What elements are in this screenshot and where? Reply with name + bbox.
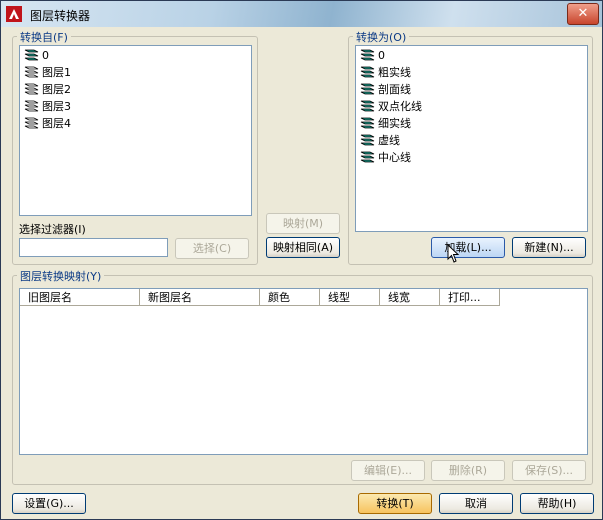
layer-stack-icon xyxy=(360,134,375,146)
column-header[interactable]: 新图层名 xyxy=(140,289,260,306)
filter-input[interactable] xyxy=(19,238,168,257)
list-item-label: 图层3 xyxy=(42,100,71,113)
layer-translator-dialog: 图层转换器 ✕ 转换自(F) 0 图层1 图层2 图层3 图层4 选择过滤器(I) 选择… xyxy=(0,0,603,520)
save-button[interactable]: 保存(S)... xyxy=(512,460,586,481)
column-header[interactable]: 线宽 xyxy=(380,289,440,306)
load-button[interactable]: 加载(L)... xyxy=(431,237,505,258)
translate-from-legend: 转换自(F) xyxy=(17,29,71,45)
list-item[interactable]: 细实线 xyxy=(360,115,411,131)
close-button[interactable]: ✕ xyxy=(567,3,599,25)
column-header[interactable]: 线型 xyxy=(320,289,380,306)
list-item-label: 图层2 xyxy=(42,83,71,96)
list-item[interactable]: 图层3 xyxy=(24,98,71,114)
layer-stack-icon xyxy=(24,100,39,112)
translate-to-list[interactable]: 0 粗实线剖面线双点化线细实线虚线中心线 xyxy=(355,45,588,232)
list-item-label: 图层1 xyxy=(42,66,71,79)
list-item-label: 图层4 xyxy=(42,117,71,130)
layer-stack-icon xyxy=(360,66,375,78)
translate-from-list[interactable]: 0 图层1 图层2 图层3 图层4 xyxy=(19,45,252,216)
list-item-label: 虚线 xyxy=(378,134,400,147)
list-item[interactable]: 图层2 xyxy=(24,81,71,97)
list-item-label: 剖面线 xyxy=(378,83,411,96)
translation-mapping-legend: 图层转换映射(Y) xyxy=(17,268,105,284)
translate-to-legend: 转换为(O) xyxy=(353,29,410,45)
app-logo-icon xyxy=(6,6,22,22)
new-button[interactable]: 新建(N)... xyxy=(512,237,586,258)
list-item[interactable]: 剖面线 xyxy=(360,81,411,97)
layer-stack-icon xyxy=(24,83,39,95)
window-title: 图层转换器 xyxy=(30,9,91,23)
mapping-table[interactable]: 旧图层名 新图层名 颜色 线型 线宽 打印... xyxy=(19,288,588,455)
list-item[interactable]: 粗实线 xyxy=(360,64,411,80)
layer-stack-icon xyxy=(360,49,375,61)
layer-stack-icon xyxy=(360,151,375,163)
column-header[interactable]: 打印... xyxy=(440,289,500,306)
map-same-button[interactable]: 映射相同(A) xyxy=(266,237,340,258)
settings-button[interactable]: 设置(G)... xyxy=(12,493,86,514)
layer-stack-icon xyxy=(24,117,39,129)
list-item[interactable]: 0 xyxy=(24,47,49,63)
title-bar[interactable]: 图层转换器 ✕ xyxy=(1,1,602,27)
layer-stack-icon xyxy=(360,117,375,129)
list-item-label: 0 xyxy=(42,48,49,62)
layer-stack-icon xyxy=(24,49,39,61)
layer-stack-icon xyxy=(360,100,375,112)
edit-button[interactable]: 编辑(E)... xyxy=(351,460,425,481)
list-item[interactable]: 虚线 xyxy=(360,132,400,148)
list-item-label: 中心线 xyxy=(378,151,411,164)
list-item-label: 双点化线 xyxy=(378,100,422,113)
column-header[interactable]: 旧图层名 xyxy=(20,289,140,306)
list-item-label: 粗实线 xyxy=(378,66,411,79)
translate-button[interactable]: 转换(T) xyxy=(358,493,432,514)
select-button[interactable]: 选择(C) xyxy=(175,238,249,259)
delete-button[interactable]: 删除(R) xyxy=(431,460,505,481)
cancel-button[interactable]: 取消 xyxy=(439,493,513,514)
mouse-cursor-icon xyxy=(447,244,460,263)
list-item-label: 0 xyxy=(378,48,385,62)
list-item[interactable]: 图层4 xyxy=(24,115,71,131)
list-item[interactable]: 中心线 xyxy=(360,149,411,165)
help-button[interactable]: 帮助(H) xyxy=(520,493,594,514)
list-item-label: 细实线 xyxy=(378,117,411,130)
list-item[interactable]: 图层1 xyxy=(24,64,71,80)
close-icon: ✕ xyxy=(577,6,589,21)
list-item[interactable]: 双点化线 xyxy=(360,98,422,114)
map-button[interactable]: 映射(M) xyxy=(266,213,340,234)
filter-label: 选择过滤器(I) xyxy=(19,223,86,236)
list-item[interactable]: 0 xyxy=(360,47,385,63)
column-header[interactable]: 颜色 xyxy=(260,289,320,306)
layer-stack-icon xyxy=(360,83,375,95)
layer-stack-icon xyxy=(24,66,39,78)
